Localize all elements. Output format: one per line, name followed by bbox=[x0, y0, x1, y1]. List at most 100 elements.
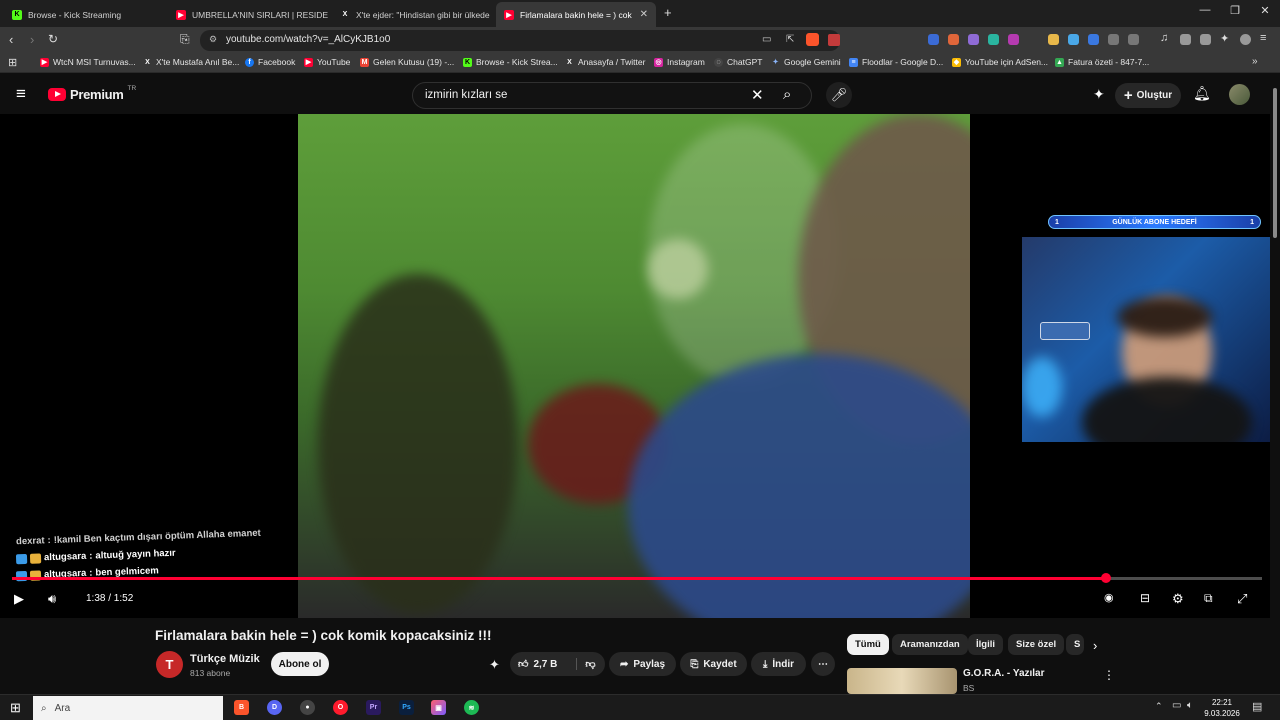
speaker-icon[interactable]: 🔈︎ bbox=[1187, 700, 1193, 711]
taskbar-search[interactable]: ⌕ Ara bbox=[33, 696, 223, 720]
address-bar[interactable]: ⚙ youtube.com/watch?v=_AlCyKJB1o0 ▭ ⇱ bbox=[200, 30, 840, 51]
apps-grid-icon[interactable]: ⊞ bbox=[8, 56, 17, 69]
premiere-pro-icon[interactable]: Pr bbox=[366, 700, 381, 715]
recommended-title[interactable]: G.O.R.A. - Yazılar bbox=[963, 668, 1045, 679]
progress-bar[interactable] bbox=[12, 573, 1262, 583]
bookmark-item[interactable]: X X'te Mustafa Anıl Be... bbox=[143, 57, 239, 67]
bookmark-item[interactable]: ▶ WtcN MSI Turnuvas... bbox=[40, 57, 136, 67]
tab-firlamalara[interactable]: ▶ Firlamalara bakin hele = ) cok ko ✕ bbox=[496, 2, 656, 27]
photoshop-icon[interactable]: Ps bbox=[399, 700, 414, 715]
bookmark-item[interactable]: X Anasayfa / Twitter bbox=[565, 57, 645, 67]
tray-expand-icon[interactable]: ⌃ bbox=[1155, 701, 1163, 712]
bookmark-item[interactable]: ◌ ChatGPT bbox=[714, 57, 762, 67]
bookmark-item[interactable]: M Gelen Kutusu (19) -... bbox=[360, 57, 454, 67]
more-actions-button[interactable]: ⋯ bbox=[811, 652, 835, 676]
chip-all[interactable]: Tümü bbox=[847, 634, 889, 655]
play-icon[interactable]: ▶ bbox=[14, 591, 24, 607]
brave-rewards-icon[interactable] bbox=[828, 34, 840, 46]
dislike-icon[interactable]: 👎︎ bbox=[576, 658, 596, 670]
network-icon[interactable]: ▭ bbox=[1172, 700, 1181, 711]
subtitles-icon[interactable]: ⊟ bbox=[1140, 591, 1150, 605]
share-icon[interactable]: ⇱ bbox=[786, 34, 794, 45]
menu-icon[interactable]: ≡ bbox=[1260, 32, 1266, 44]
extension-icon[interactable] bbox=[988, 34, 999, 45]
close-icon[interactable]: ✕ bbox=[634, 9, 648, 20]
wallet-icon[interactable] bbox=[1200, 34, 1211, 45]
youtube-logo[interactable]: Premium TR bbox=[48, 85, 136, 102]
subscribe-button[interactable]: Abone ol bbox=[271, 652, 329, 676]
scrollbar-thumb[interactable] bbox=[1273, 88, 1277, 238]
channel-avatar[interactable]: T bbox=[156, 651, 183, 678]
channel-name[interactable]: Türkçe Müzik bbox=[190, 653, 260, 665]
extension-icon[interactable] bbox=[1068, 34, 1079, 45]
spotify-icon[interactable]: ≋ bbox=[464, 700, 479, 715]
vpn-icon[interactable] bbox=[1240, 34, 1251, 45]
autoplay-toggle-icon[interactable]: ◉ bbox=[1104, 591, 1114, 604]
more-bookmarks-icon[interactable]: » bbox=[1252, 56, 1258, 67]
leo-ai-icon[interactable]: ✦ bbox=[1220, 32, 1229, 45]
tab-kick[interactable]: K Browse - Kick Streaming bbox=[4, 2, 164, 27]
ai-sparkle-icon[interactable]: ✦ bbox=[489, 657, 500, 673]
voice-search-icon[interactable]: 🎤︎ bbox=[826, 82, 852, 108]
restore-button[interactable]: ❐ bbox=[1220, 4, 1250, 17]
settings-gear-icon[interactable]: ⚙ bbox=[1172, 591, 1184, 607]
chevron-right-icon[interactable]: › bbox=[1093, 638, 1097, 653]
download-button[interactable]: ⤓ İndir bbox=[751, 652, 806, 676]
fullscreen-icon[interactable]: ⤢ bbox=[1237, 591, 1247, 607]
gallery-icon[interactable]: ▣ bbox=[431, 700, 446, 715]
more-vertical-icon[interactable]: ⋮ bbox=[1103, 668, 1115, 682]
brave-shield-icon[interactable] bbox=[806, 33, 819, 46]
tab-umbrella[interactable]: ▶ UMBRELLA'NIN SIRLARI | RESIDENT bbox=[168, 2, 328, 27]
reload-icon[interactable]: ↻ bbox=[48, 32, 58, 46]
clear-search-icon[interactable]: ✕ bbox=[751, 86, 764, 104]
bookmark-item[interactable]: ≡ Floodlar - Google D... bbox=[849, 57, 943, 67]
extension-icon[interactable] bbox=[968, 34, 979, 45]
bookmark-icon[interactable]: ⎘ bbox=[180, 32, 190, 47]
search-icon[interactable]: ⌕ bbox=[783, 86, 791, 103]
extension-icon[interactable] bbox=[928, 34, 939, 45]
chip-for-you[interactable]: Size özel bbox=[1008, 634, 1065, 655]
recommended-thumbnail[interactable] bbox=[847, 668, 957, 694]
like-icon[interactable]: 👍︎ bbox=[518, 658, 528, 670]
like-count[interactable]: 2,7 B bbox=[533, 659, 557, 670]
site-info-icon[interactable]: ⚙ bbox=[209, 34, 217, 45]
miniplayer-icon[interactable]: ⧉ bbox=[1204, 591, 1213, 606]
search-input[interactable]: izmirin kızları se bbox=[425, 89, 507, 101]
hamburger-menu-icon[interactable]: ≡ bbox=[16, 84, 26, 104]
bookmark-item[interactable]: K Browse - Kick Strea... bbox=[463, 57, 558, 67]
scrubber-handle[interactable] bbox=[1100, 573, 1111, 583]
music-icon[interactable]: ♫ bbox=[1160, 32, 1168, 44]
screenshot-icon[interactable] bbox=[1128, 34, 1139, 45]
video-player[interactable]: 1 GÜNLÜK ABONE HEDEFİ 1 dexrat : !kamil … bbox=[0, 114, 1270, 618]
tab-x-ejder[interactable]: X X'te ejder: "Hindistan gibi bir ülkede bbox=[332, 2, 492, 27]
bookmark-item[interactable]: ▲ Fatura özeti - 847-7... bbox=[1055, 57, 1149, 67]
bookmark-item[interactable]: ▶ YouTube bbox=[304, 57, 350, 67]
sidebar-icon[interactable] bbox=[1180, 34, 1191, 45]
bookmark-item[interactable]: ✦ Google Gemini bbox=[771, 57, 841, 67]
opera-gx-icon[interactable]: O bbox=[333, 700, 348, 715]
taskbar-clock[interactable]: 22:21 9.03.2026 bbox=[1200, 697, 1244, 719]
bookmark-item[interactable]: f Facebook bbox=[245, 57, 295, 67]
notification-center-icon[interactable]: ▤ bbox=[1252, 700, 1262, 713]
new-tab-button[interactable]: + bbox=[664, 5, 672, 20]
puzzle-icon[interactable] bbox=[1108, 34, 1119, 45]
bookmark-item[interactable]: ◆ YouTube için AdSen... bbox=[952, 57, 1048, 67]
chip-related[interactable]: İlgili bbox=[968, 634, 1003, 655]
back-icon[interactable]: ‹ bbox=[9, 32, 13, 47]
bookmark-item[interactable]: ◎ Instagram bbox=[654, 57, 705, 67]
obs-icon[interactable]: ● bbox=[300, 700, 315, 715]
create-button[interactable]: + Oluştur bbox=[1115, 83, 1181, 108]
notifications-bell-icon[interactable]: 🔔︎ bbox=[1193, 85, 1211, 102]
windows-start-icon[interactable]: ⊞ bbox=[10, 700, 21, 716]
minimize-button[interactable]: — bbox=[1190, 4, 1220, 16]
extension-icon[interactable] bbox=[948, 34, 959, 45]
search-box[interactable]: izmirin kızları se ✕ ⌕ bbox=[412, 82, 812, 109]
avatar[interactable] bbox=[1229, 84, 1250, 105]
forward-icon[interactable]: › bbox=[30, 32, 34, 47]
cast-icon[interactable]: ▭ bbox=[762, 34, 771, 45]
discord-icon[interactable]: D bbox=[267, 700, 282, 715]
extension-icon[interactable] bbox=[1088, 34, 1099, 45]
volume-icon[interactable]: 🔊︎ bbox=[48, 591, 56, 607]
chip-from-search[interactable]: Aramanızdan bbox=[892, 634, 968, 655]
extension-icon[interactable] bbox=[1008, 34, 1019, 45]
